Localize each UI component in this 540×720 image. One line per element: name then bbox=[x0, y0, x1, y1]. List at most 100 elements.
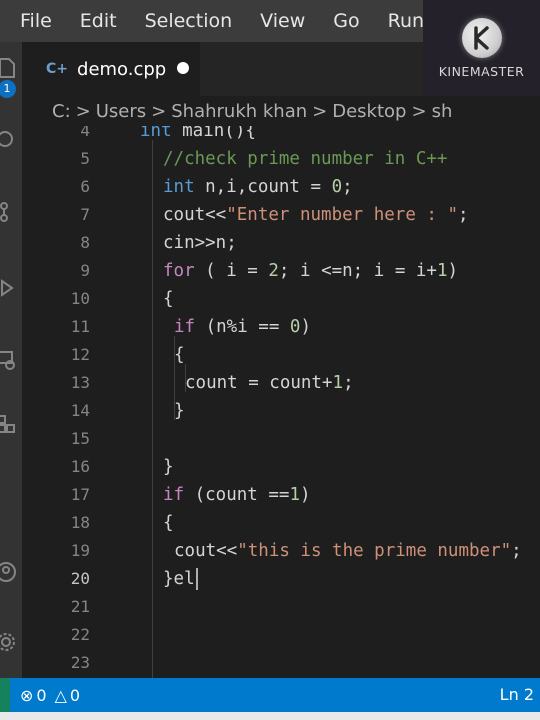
code-text: cout<<"this is the prime number"; bbox=[174, 537, 522, 565]
code-line[interactable]: 12 { bbox=[22, 341, 540, 369]
code-line[interactable]: 5 //check prime number in C++ bbox=[22, 145, 540, 173]
line-number: 21 bbox=[70, 597, 90, 616]
problems-indicator[interactable]: ⊗ 0 △ 0 bbox=[20, 678, 88, 712]
chevron-right-icon: > bbox=[75, 100, 91, 122]
kinemaster-watermark: KINEMASTER bbox=[423, 0, 540, 104]
code-line[interactable]: 6 int n,i,count = 0; bbox=[22, 173, 540, 201]
code-text: { bbox=[163, 509, 174, 537]
line-number: 20 bbox=[70, 569, 90, 588]
breadcrumb-users[interactable]: Users bbox=[96, 101, 146, 122]
code-token: ) bbox=[299, 485, 311, 505]
menu-selection[interactable]: Selection bbox=[131, 0, 247, 42]
code-token: //check prime number in C++ bbox=[163, 149, 448, 169]
menu-edit[interactable]: Edit bbox=[66, 0, 131, 42]
remote-explorer-icon[interactable] bbox=[0, 348, 18, 372]
code-line[interactable]: 7 cout<<"Enter number here : "; bbox=[22, 201, 540, 229]
code-line[interactable]: 22 bbox=[22, 621, 540, 649]
chevron-right-icon: > bbox=[312, 100, 328, 122]
code-text: //check prime number in C++ bbox=[163, 145, 447, 173]
code-line[interactable]: 14} bbox=[22, 397, 540, 425]
code-line[interactable]: 8 cin>>n; bbox=[22, 229, 540, 257]
error-count: 0 bbox=[36, 685, 47, 705]
settings-gear-icon[interactable] bbox=[0, 630, 18, 654]
text-cursor bbox=[195, 568, 198, 590]
code-token: ( i = bbox=[194, 261, 269, 281]
extensions-icon[interactable] bbox=[0, 412, 18, 436]
code-line[interactable]: 20 }el bbox=[22, 565, 540, 593]
line-number: 22 bbox=[70, 625, 90, 644]
code-line[interactable]: 21 bbox=[22, 593, 540, 621]
code-token: main(){ bbox=[171, 126, 256, 141]
line-number: 19 bbox=[70, 541, 90, 560]
menu-go[interactable]: Go bbox=[319, 0, 373, 42]
source-control-icon[interactable] bbox=[0, 200, 18, 224]
code-text: for ( i = 2; i <=n; i = i+1) bbox=[163, 257, 458, 285]
run-debug-icon[interactable] bbox=[0, 276, 18, 300]
code-line[interactable]: 15 bbox=[22, 425, 540, 453]
breadcrumb-drive[interactable]: C: bbox=[52, 101, 71, 122]
code-token: cout<< bbox=[163, 205, 227, 225]
activity-bar: 1 bbox=[0, 42, 22, 678]
cursor-position[interactable]: Ln 2 bbox=[500, 678, 534, 712]
code-token: } bbox=[174, 401, 185, 421]
code-line[interactable]: 19 cout<<"this is the prime number"; bbox=[22, 537, 540, 565]
search-icon[interactable] bbox=[0, 128, 18, 152]
code-line[interactable]: 17 if (count ==1) bbox=[22, 481, 540, 509]
code-line[interactable]: 10 { bbox=[22, 285, 540, 313]
line-number: 8 bbox=[80, 233, 90, 252]
chevron-right-icon: > bbox=[411, 100, 427, 122]
code-token: cout<< bbox=[174, 541, 238, 561]
code-text: { bbox=[163, 285, 174, 313]
tab-label: demo.cpp bbox=[77, 58, 167, 80]
menu-view[interactable]: View bbox=[246, 0, 319, 42]
code-text: int n,i,count = 0; bbox=[163, 173, 353, 201]
line-number: 17 bbox=[70, 485, 90, 504]
code-token: int bbox=[140, 126, 172, 141]
code-token: ; i <=n; i = i+ bbox=[278, 261, 437, 281]
line-number: 5 bbox=[80, 149, 90, 168]
code-text: if (count ==1) bbox=[163, 481, 311, 509]
code-token: 1 bbox=[332, 373, 344, 393]
taskbar bbox=[0, 712, 540, 720]
code-token: count = count+ bbox=[185, 373, 333, 393]
cpp-file-icon: C+ bbox=[46, 61, 69, 77]
explorer-icon[interactable] bbox=[0, 56, 18, 80]
code-text: count = count+1; bbox=[185, 369, 354, 397]
code-line[interactable]: 4 int main(){ bbox=[22, 126, 540, 145]
breadcrumb-desktop[interactable]: Desktop bbox=[332, 101, 406, 122]
code-line[interactable]: 11 if (n%i == 0) bbox=[22, 313, 540, 341]
breadcrumb-user[interactable]: Shahrukh khan bbox=[171, 101, 307, 122]
remote-indicator[interactable] bbox=[0, 678, 10, 712]
warning-count: 0 bbox=[69, 685, 81, 705]
breadcrumb-folder[interactable]: sh bbox=[432, 101, 453, 122]
code-token: 2 bbox=[268, 261, 279, 281]
line-number: 4 bbox=[80, 126, 90, 140]
unsaved-dot-icon[interactable] bbox=[177, 62, 189, 74]
error-icon: ⊗ bbox=[20, 685, 34, 705]
line-number: 18 bbox=[70, 513, 90, 532]
menu-file[interactable]: File bbox=[6, 0, 66, 42]
code-token: int bbox=[163, 177, 195, 197]
breadcrumb: C: > Users > Shahrukh khan > Desktop > s… bbox=[22, 96, 540, 126]
code-text: }el bbox=[163, 565, 198, 593]
code-line[interactable]: 13 count = count+1; bbox=[22, 369, 540, 397]
line-number: 14 bbox=[70, 401, 90, 420]
chevron-right-icon: > bbox=[151, 100, 167, 122]
code-token: cin>>n; bbox=[163, 233, 237, 253]
watermark-text: KINEMASTER bbox=[438, 64, 525, 79]
account-icon[interactable] bbox=[0, 560, 18, 584]
line-number: 11 bbox=[70, 317, 90, 336]
code-editor[interactable]: 4 int main(){ 5 //check prime number in C++… bbox=[22, 126, 540, 678]
tab-demo-cpp[interactable]: C+ demo.cpp bbox=[22, 42, 200, 96]
code-line[interactable]: 9 for ( i = 2; i <=n; i = i+1) bbox=[22, 257, 540, 285]
code-line[interactable]: 16} bbox=[22, 453, 540, 481]
code-token: (n%i == bbox=[195, 317, 290, 337]
source-control-badge: 1 bbox=[0, 80, 16, 98]
code-text: cout<<"Enter number here : "; bbox=[163, 201, 469, 229]
code-token: (count == bbox=[184, 485, 290, 505]
code-line[interactable]: 18 { bbox=[22, 509, 540, 537]
code-token: if bbox=[174, 317, 196, 337]
line-number: 13 bbox=[70, 373, 90, 392]
code-line[interactable]: 23 bbox=[22, 649, 540, 677]
code-token: "Enter number here : " bbox=[226, 205, 459, 225]
